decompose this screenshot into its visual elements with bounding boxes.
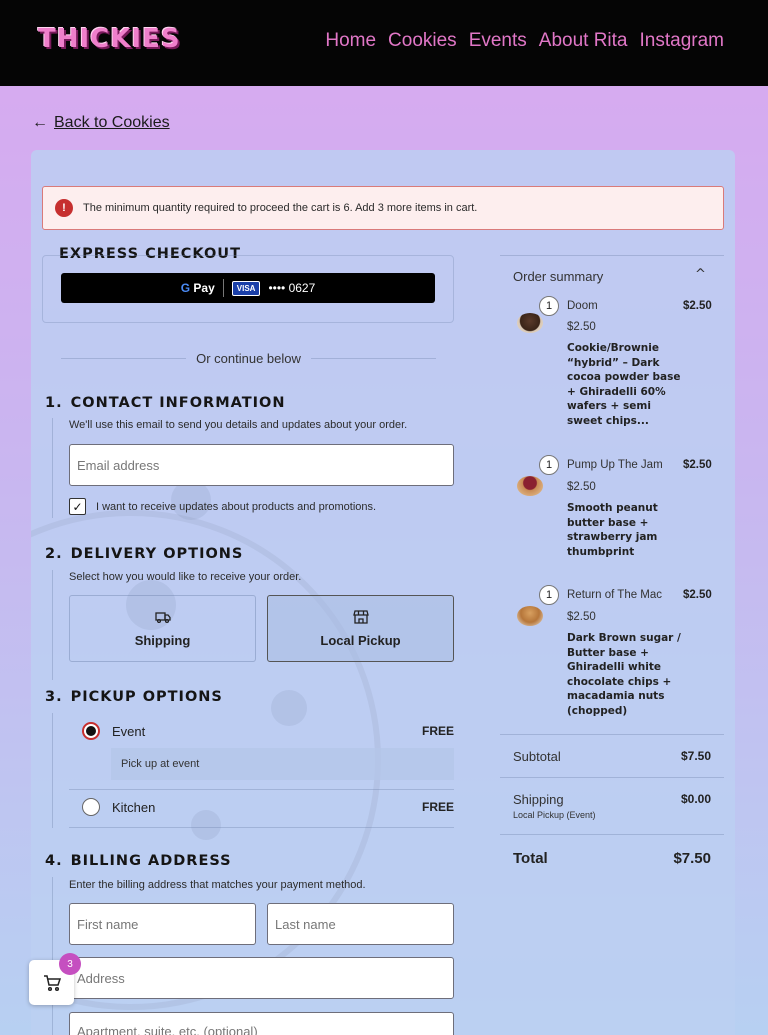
pay-divider: [222, 279, 224, 297]
summary-rule: [500, 834, 724, 835]
divider-text: Or continue below: [196, 350, 301, 366]
summary-rule: [500, 734, 724, 735]
local-pickup-option-label: Local Pickup: [320, 633, 401, 648]
google-pay-button[interactable]: G Pay VISA •••• 0627: [61, 273, 435, 303]
cart-icon: [43, 974, 61, 991]
delivery-subtitle: Select how you would like to receive you…: [69, 571, 302, 583]
truck-icon: [154, 612, 171, 624]
subtotal-value: $7.50: [680, 749, 711, 763]
order-summary-title: Order summary: [513, 269, 604, 284]
store-icon: [352, 610, 369, 624]
step-connector: [52, 570, 53, 680]
checkout-card: ! The minimum quantity required to proce…: [31, 150, 735, 1035]
doom-cookie-image: [517, 313, 543, 333]
cart-count-badge: 3: [59, 953, 81, 975]
alert-icon: !: [55, 199, 73, 217]
return-of-the-mac-image: [517, 606, 543, 626]
total-value: $7.50: [673, 850, 711, 867]
nav-events[interactable]: Events: [469, 30, 527, 52]
pickup-option-event[interactable]: Event FREE: [69, 713, 454, 751]
pickup-options-title: 3. Pickup options: [45, 689, 223, 705]
address-field[interactable]: Address: [69, 957, 454, 999]
billing-subtitle: Enter the billing address that matches y…: [69, 879, 366, 891]
nav-about-rita[interactable]: About Rita: [539, 30, 628, 52]
option-separator: [69, 827, 454, 828]
updates-label: I want to receive updates about products…: [96, 501, 377, 513]
billing-address-title: 4. Billing address: [45, 853, 232, 869]
item-description: Dark Brown sugar / Butter base + Ghirade…: [567, 632, 681, 717]
back-link-label: Back to Cookies: [54, 114, 170, 131]
kitchen-label: Kitchen: [112, 800, 156, 815]
summary-rule: [500, 777, 724, 778]
nav-instagram[interactable]: Instagram: [640, 30, 724, 52]
chevron-up-icon[interactable]: ^: [695, 267, 706, 282]
delivery-options-title: 2. Delivery options: [45, 546, 244, 562]
card-number: •••• 0627: [268, 281, 316, 295]
nav-cookies[interactable]: Cookies: [388, 30, 457, 52]
item-quantity-badge: 1: [539, 296, 559, 316]
total-label: Total: [513, 850, 548, 867]
google-pay-logo: G Pay: [180, 281, 215, 295]
contact-information-title: 1. Contact information: [45, 395, 286, 411]
event-pickup-note: Pick up at event: [111, 748, 454, 780]
pump-up-the-jam-image: [517, 476, 543, 496]
summary-top-rule: [500, 255, 724, 256]
subtotal-label: Subtotal: [513, 749, 561, 764]
item-name: Return of The Mac: [567, 589, 663, 601]
item-description: Smooth peanut butter base + strawberry j…: [567, 502, 658, 558]
kitchen-price: FREE: [421, 800, 454, 814]
item-name: Pump Up The Jam: [567, 459, 663, 471]
site-logo[interactable]: THICKIES: [38, 24, 181, 54]
step-connector: [52, 713, 53, 828]
or-continue-divider: Or continue below: [61, 350, 436, 366]
updates-checkbox[interactable]: ✓: [69, 498, 86, 515]
item-quantity-badge: 1: [539, 585, 559, 605]
visa-icon: VISA: [231, 280, 261, 296]
event-price: FREE: [421, 724, 454, 738]
background-dot: [171, 480, 211, 520]
item-quantity-badge: 1: [539, 455, 559, 475]
min-quantity-notice: ! The minimum quantity required to proce…: [42, 186, 724, 230]
pickup-option-kitchen[interactable]: Kitchen FREE: [69, 789, 454, 827]
item-total-price: $2.50: [683, 459, 712, 471]
shipping-method: Local Pickup (Event): [513, 810, 596, 820]
step-connector: [52, 877, 53, 1035]
shipping-option-label: Shipping: [134, 633, 191, 648]
item-total-price: $2.50: [683, 589, 712, 601]
site-header: THICKIES Home Cookies Events About Rita …: [0, 0, 768, 86]
shipping-option[interactable]: Shipping: [69, 595, 256, 662]
first-name-field[interactable]: First name: [69, 903, 256, 945]
kitchen-radio[interactable]: [82, 798, 100, 816]
shipping-value: $0.00: [680, 792, 711, 806]
main-nav: Home Cookies Events About Rita Instagram: [325, 30, 724, 52]
address2-field[interactable]: Apartment, suite, etc. (optional): [69, 1012, 454, 1035]
nav-home[interactable]: Home: [325, 30, 376, 52]
shipping-label: Shipping: [513, 792, 564, 807]
email-field[interactable]: Email address: [69, 444, 454, 486]
local-pickup-option[interactable]: Local Pickup: [267, 595, 454, 662]
item-unit-price: $2.50: [567, 481, 596, 493]
item-total-price: $2.50: [683, 300, 712, 312]
last-name-field[interactable]: Last name: [267, 903, 454, 945]
item-unit-price: $2.50: [567, 321, 596, 333]
arrow-left-icon: ←: [32, 114, 48, 131]
back-to-cookies-link[interactable]: ← Back to Cookies: [32, 114, 170, 132]
item-unit-price: $2.50: [567, 611, 596, 623]
item-name: Doom: [567, 300, 598, 312]
event-label: Event: [112, 724, 146, 739]
contact-subtitle: We'll use this email to send you details…: [69, 419, 408, 431]
item-description: Cookie/Brownie “hybrid” – Dark cocoa pow…: [567, 342, 681, 427]
event-radio[interactable]: [82, 722, 100, 740]
step-connector: [52, 418, 53, 518]
notice-text: The minimum quantity required to proceed…: [83, 202, 478, 214]
